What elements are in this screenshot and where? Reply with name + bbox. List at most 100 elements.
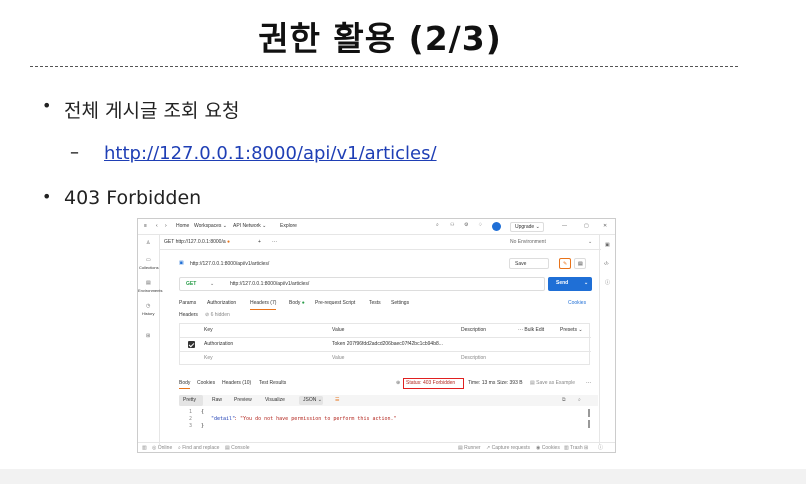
- search-icon[interactable]: ⌕: [436, 223, 439, 228]
- sidebar-history[interactable]: History: [142, 312, 154, 316]
- trash-button[interactable]: ▥ Trash: [564, 446, 583, 451]
- view-tab-pretty[interactable]: Pretty: [183, 398, 196, 403]
- bullet-dot: •: [42, 187, 52, 206]
- save-button[interactable]: Save: [509, 258, 549, 269]
- view-tab-visualize[interactable]: Visualize: [265, 398, 285, 403]
- comment-icon[interactable]: ▤: [574, 258, 586, 269]
- postman-right-sidebar: ▣ ‹/› ⓘ: [599, 235, 615, 445]
- layout-grid-icon[interactable]: ⊞: [584, 446, 588, 451]
- save-example-label: Save as Example: [536, 380, 576, 386]
- hidden-headers-toggle[interactable]: ⊘ 6 hidden: [205, 313, 230, 318]
- back-icon[interactable]: ‹: [156, 224, 158, 229]
- help-icon[interactable]: ⓘ: [598, 446, 603, 451]
- header-value-cell[interactable]: Token 207f96fdd2adcd206baec07f42bc1cb94b…: [332, 342, 443, 347]
- explore-link[interactable]: Explore: [280, 224, 297, 229]
- method-select[interactable]: GET: [186, 282, 196, 287]
- invite-icon[interactable]: ⚇: [450, 223, 454, 228]
- slide: 권한 활용 (2/3) • 전체 게시글 조회 요청 – http://127.…: [0, 0, 806, 484]
- upgrade-button[interactable]: Upgrade ⌄: [510, 222, 544, 232]
- forward-icon[interactable]: ›: [165, 224, 167, 229]
- cookies-button[interactable]: ◉ Cookies: [536, 446, 560, 451]
- settings-icon[interactable]: ⚙: [464, 223, 468, 228]
- tabs-more-button[interactable]: ···: [272, 240, 277, 245]
- response-tab-test-results[interactable]: Test Results: [259, 381, 286, 386]
- online-status[interactable]: ◎ Online: [152, 446, 172, 451]
- docs-icon[interactable]: ▣: [605, 243, 610, 248]
- url-input[interactable]: http://127.0.0.1:8000/api/v1/articles/: [230, 282, 309, 287]
- bullet-request: • 전체 게시글 조회 요청: [42, 96, 239, 123]
- slide-title: 권한 활용 (2/3): [258, 19, 502, 58]
- find-replace-button[interactable]: ⌕ Find and replace: [178, 446, 219, 451]
- save-example-button[interactable]: ▤ Save as Example: [530, 381, 575, 386]
- tab-headers[interactable]: Headers (7): [250, 301, 277, 310]
- new-value-input[interactable]: Value: [332, 356, 344, 361]
- code-icon[interactable]: ‹/›: [604, 262, 609, 267]
- sidebar-collections[interactable]: Collections: [139, 266, 159, 270]
- scrollbar[interactable]: [588, 409, 590, 417]
- response-size: Size: 393 B: [497, 380, 523, 386]
- cookies-label: Cookies: [541, 445, 560, 451]
- view-tab-raw[interactable]: Raw: [212, 398, 222, 403]
- runner-button[interactable]: ▤ Runner: [458, 446, 481, 451]
- format-select[interactable]: JSON ⌄: [303, 398, 322, 403]
- configure-icon[interactable]: ⊞: [146, 334, 150, 339]
- response-tab-cookies[interactable]: Cookies: [197, 381, 215, 386]
- layout-icon[interactable]: ▥: [142, 446, 147, 451]
- bulk-edit-label: Bulk Edit: [524, 327, 545, 333]
- response-body[interactable]: 1 2 3 { "detail" : "You do not have perm…: [179, 407, 590, 437]
- workspaces-menu[interactable]: Workspaces ⌄: [194, 224, 227, 229]
- capture-button[interactable]: ↗ Capture requests: [486, 446, 530, 451]
- home-link[interactable]: Home: [176, 224, 189, 229]
- header-enabled-checkbox[interactable]: [188, 341, 195, 348]
- response-more-button[interactable]: ···: [586, 381, 591, 386]
- tab-prerequest[interactable]: Pre-request Script: [315, 301, 355, 306]
- tab-settings[interactable]: Settings: [391, 301, 409, 306]
- console-label: Console: [231, 445, 250, 451]
- find-replace-label: Find and replace: [182, 445, 220, 451]
- presets-menu[interactable]: Presets ⌄: [560, 328, 583, 333]
- console-button[interactable]: ▤ Console: [225, 446, 249, 451]
- edit-icon[interactable]: ✎: [559, 258, 571, 269]
- tab-body[interactable]: Body ●: [289, 301, 305, 306]
- table-row: Key Value Description: [180, 352, 591, 366]
- tab-params[interactable]: Params: [179, 301, 196, 306]
- wrap-icon[interactable]: ☰: [335, 398, 339, 403]
- api-network-menu[interactable]: API Network ⌄: [233, 224, 266, 229]
- new-tab-button[interactable]: +: [258, 240, 261, 245]
- info-icon[interactable]: ⓘ: [605, 281, 610, 286]
- method-chevron-icon[interactable]: ⌄: [210, 282, 214, 287]
- menu-icon[interactable]: ≡: [144, 224, 147, 229]
- sub-bullet-dash: –: [70, 142, 79, 163]
- postman-window: ≡ ‹ › Home Workspaces ⌄ API Network ⌄ Ex…: [137, 218, 616, 453]
- avatar[interactable]: [492, 222, 501, 231]
- chevron-down-icon[interactable]: ⌄: [588, 240, 592, 245]
- minimize-icon[interactable]: —: [562, 224, 567, 229]
- new-description-input[interactable]: Description: [461, 356, 486, 361]
- user-icon[interactable]: ♙: [146, 241, 150, 246]
- response-tab-headers[interactable]: Headers (10): [222, 381, 251, 386]
- request-tab[interactable]: GET http://127.0.0.1:8000/a ●: [164, 240, 230, 245]
- scrollbar[interactable]: [588, 420, 590, 428]
- search-response-icon[interactable]: ⌕: [578, 398, 581, 403]
- environment-selector[interactable]: No Environment: [510, 240, 546, 245]
- bullet-forbidden: • 403 Forbidden: [42, 187, 201, 209]
- response-tab-body[interactable]: Body: [179, 381, 191, 389]
- history-icon[interactable]: ◷: [146, 304, 150, 309]
- request-tab-label: GET http://127.0.0.1:8000/a: [164, 239, 226, 245]
- collections-icon[interactable]: ▭: [146, 258, 151, 263]
- bulk-edit-link[interactable]: ··· Bulk Edit: [518, 328, 544, 333]
- tab-authorization[interactable]: Authorization: [207, 301, 236, 306]
- copy-icon[interactable]: ⧉: [562, 398, 566, 403]
- header-key-cell[interactable]: Authorization: [204, 342, 233, 347]
- view-tab-preview[interactable]: Preview: [234, 398, 252, 403]
- send-button[interactable]: Send ⌄: [548, 277, 592, 291]
- notification-icon[interactable]: ♢: [478, 223, 482, 228]
- environments-icon[interactable]: ▤: [146, 281, 151, 286]
- close-icon[interactable]: ✕: [603, 224, 607, 229]
- maximize-icon[interactable]: ▢: [584, 224, 589, 229]
- tab-tests[interactable]: Tests: [369, 301, 381, 306]
- sidebar-environments[interactable]: Environments: [138, 289, 162, 293]
- new-key-input[interactable]: Key: [204, 356, 213, 361]
- articles-link[interactable]: http://127.0.0.1:8000/api/v1/articles/: [104, 143, 437, 164]
- cookies-link[interactable]: Cookies: [568, 301, 586, 306]
